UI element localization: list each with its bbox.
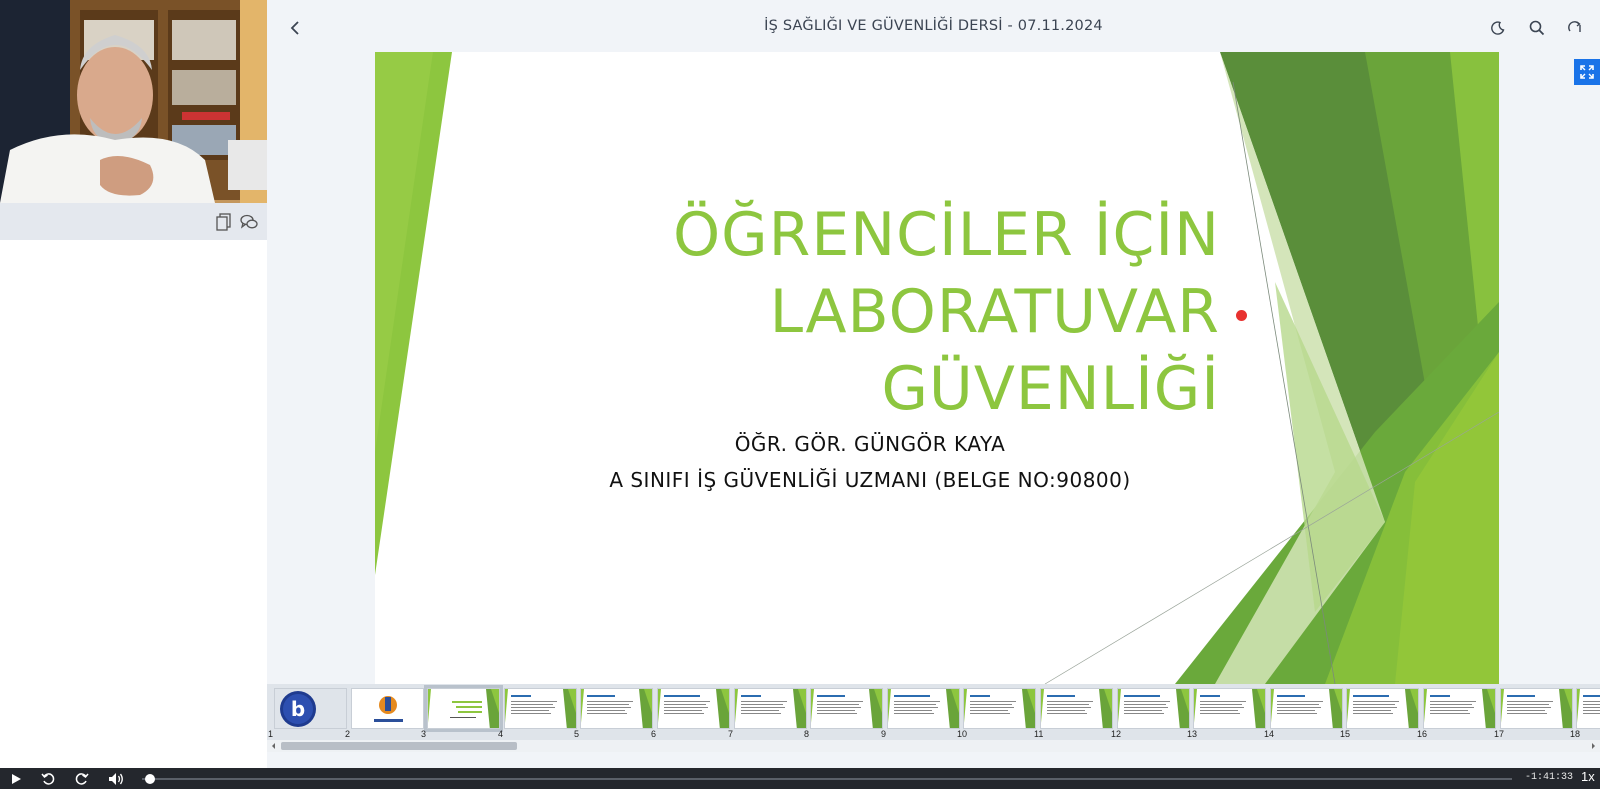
webcam-video[interactable] — [0, 0, 267, 203]
thumbnail-scrollbar[interactable] — [267, 740, 1600, 752]
slide-thumbnail[interactable] — [1423, 688, 1496, 729]
thumbnail-number: 16 — [1417, 729, 1428, 739]
progress-bar[interactable] — [142, 778, 1512, 780]
webcam-toolbar — [0, 203, 267, 240]
moon-icon[interactable] — [1486, 16, 1510, 40]
slide-title-line: LABORATUVAR — [769, 277, 1220, 347]
rewind-icon[interactable] — [40, 771, 56, 787]
search-icon[interactable] — [1525, 16, 1549, 40]
thumbnail-number: 14 — [1264, 729, 1275, 739]
thumbnail-number: 6 — [651, 729, 657, 739]
slide-thumbnail[interactable] — [351, 688, 424, 729]
app-root: İŞ SAĞLIĞI VE GÜVENLİĞİ DERSİ - 07.11.20… — [0, 0, 1600, 789]
page-title: İŞ SAĞLIĞI VE GÜVENLİĞİ DERSİ - 07.11.20… — [764, 18, 1103, 34]
thumbnail-number: 3 — [421, 729, 427, 739]
copy-notes-icon[interactable] — [214, 212, 234, 232]
slide-thumbnail[interactable]: b — [274, 688, 347, 729]
chat-icon[interactable] — [239, 212, 259, 232]
slide-thumbnail[interactable] — [1500, 688, 1573, 729]
slide-thumbnail[interactable] — [580, 688, 653, 729]
slide-thumbnail[interactable] — [810, 688, 883, 729]
thumbnail-number: 1 — [268, 729, 274, 739]
thumbnail-number: 4 — [498, 729, 504, 739]
forward-icon[interactable] — [74, 771, 90, 787]
thumbnail-number: 9 — [881, 729, 887, 739]
thumbnail-strip[interactable]: b 1 2 3 4 5 6 7 8 9 10 11 12 13 14 15 16 17 18 — [267, 684, 1600, 740]
thumbnail-number: 11 — [1034, 729, 1044, 739]
thumbnail-number: 13 — [1187, 729, 1198, 739]
slide-thumbnail[interactable] — [734, 688, 807, 729]
expand-icon — [1580, 65, 1594, 79]
slide-thumbnail[interactable] — [504, 688, 577, 729]
scroll-right-icon[interactable] — [1588, 740, 1598, 752]
slide-thumbnail[interactable] — [1117, 688, 1190, 729]
slide-thumbnail[interactable] — [887, 688, 960, 729]
player-bar: -1:41:33 1x — [0, 768, 1600, 789]
slide-thumbnail[interactable] — [1193, 688, 1266, 729]
progress-handle[interactable] — [145, 774, 156, 784]
slide-thumbnail[interactable] — [1040, 688, 1113, 729]
thumbnail-number: 18 — [1570, 729, 1581, 739]
thumbnail-number: 17 — [1494, 729, 1505, 739]
webcam-image — [0, 0, 267, 203]
presentation-header: İŞ SAĞLIĞI VE GÜVENLİĞİ DERSİ - 07.11.20… — [267, 0, 1600, 52]
volume-icon[interactable] — [108, 771, 124, 787]
thumbnail-number: 10 — [957, 729, 968, 739]
slide-title-line: ÖĞRENCİLER İÇİN — [672, 200, 1220, 270]
left-panel — [0, 0, 267, 768]
thumbnail-number: 7 — [728, 729, 734, 739]
playback-speed-button[interactable]: 1x — [1581, 769, 1595, 784]
play-icon[interactable] — [8, 771, 24, 787]
slide-title: ÖĞRENCİLER İÇİN LABORATUVAR GÜVENLİĞİ — [520, 197, 1220, 428]
time-remaining: -1:41:33 — [1525, 772, 1574, 783]
thumbnail-number: 5 — [574, 729, 580, 739]
thumbnail-number: 12 — [1111, 729, 1122, 739]
thumbnail-number: 8 — [804, 729, 810, 739]
fullscreen-button[interactable] — [1574, 59, 1600, 85]
slide-thumbnail[interactable] — [1270, 688, 1343, 729]
slide-credential: A SINIFI İŞ GÜVENLİĞİ UZMANI (BELGE NO:9… — [609, 468, 1131, 492]
slide-thumbnail[interactable] — [1576, 688, 1600, 729]
slide-thumbnail[interactable] — [657, 688, 730, 729]
slide-thumbnail[interactable] — [1346, 688, 1419, 729]
laser-pointer — [1236, 310, 1247, 321]
scrollbar-thumb[interactable] — [281, 742, 517, 750]
slide-title-line: GÜVENLİĞİ — [881, 354, 1220, 424]
thumbnail-number: 2 — [345, 729, 351, 739]
scroll-left-icon[interactable] — [269, 740, 279, 752]
slide-author: ÖĞR. GÖR. GÜNGÖR KAYA — [734, 432, 1006, 456]
slide[interactable]: ÖĞRENCİLER İÇİN LABORATUVAR GÜVENLİĞİ ÖĞ… — [375, 52, 1499, 684]
presentation-area: İŞ SAĞLIĞI VE GÜVENLİĞİ DERSİ - 07.11.20… — [267, 0, 1600, 768]
thumbnail-number: 15 — [1340, 729, 1351, 739]
slide-thumbnail[interactable] — [424, 685, 503, 732]
swap-icon[interactable] — [1563, 16, 1587, 40]
slide-thumbnail[interactable] — [963, 688, 1036, 729]
svg-text:b: b — [291, 697, 305, 721]
